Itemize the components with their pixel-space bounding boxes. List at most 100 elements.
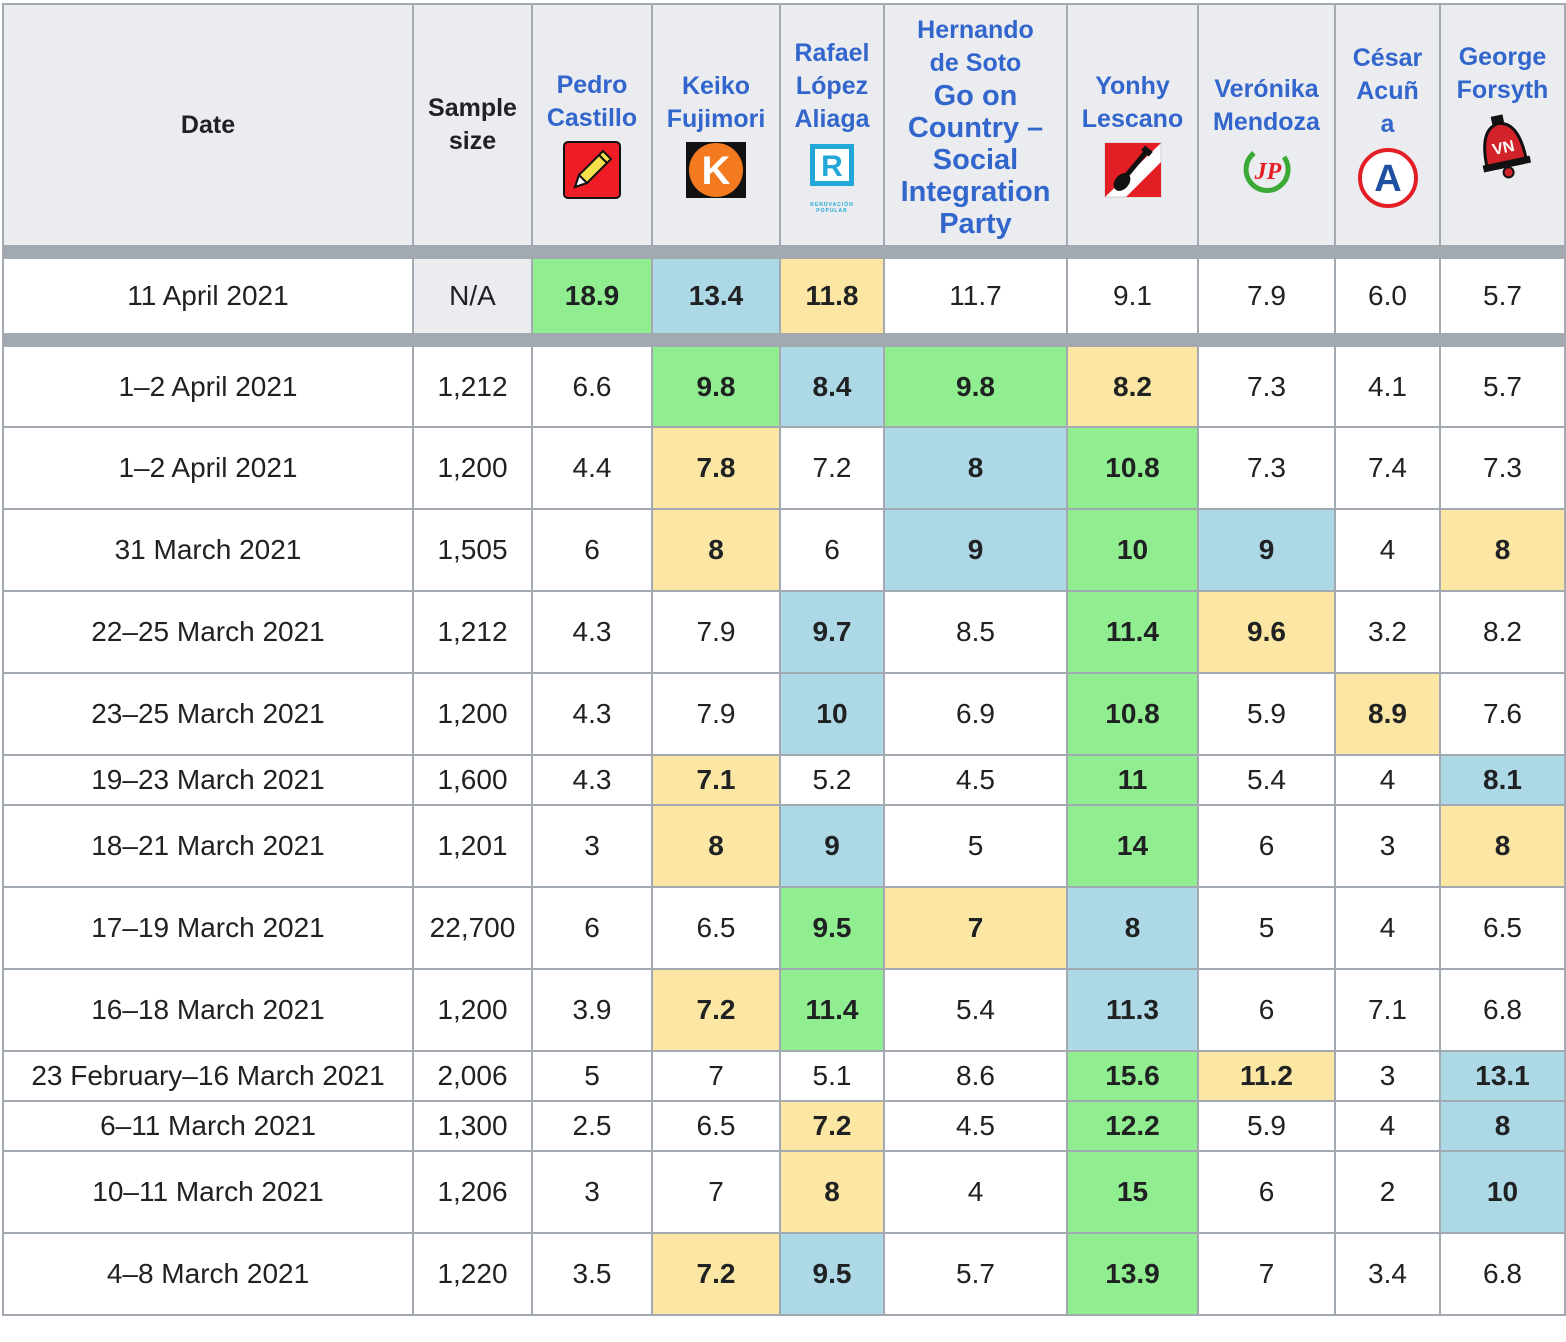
cell-value: 8.2: [1066, 345, 1199, 428]
svg-text:K: K: [702, 149, 731, 193]
a-logo-icon: A: [1357, 147, 1418, 208]
svg-text:R: R: [821, 150, 843, 183]
cell-value: 6.8: [1439, 1232, 1566, 1316]
cell-value: 5.4: [1197, 754, 1336, 806]
candidate-link-veronika-mendoza[interactable]: Verónika Mendoza: [1213, 73, 1320, 139]
cell-value: 6: [779, 508, 885, 592]
cell-value: 7.3: [1439, 426, 1566, 510]
k-logo-icon: K: [686, 142, 746, 198]
cell-value: 7.9: [651, 590, 781, 674]
cell-value: 10: [1066, 508, 1199, 592]
column-header-sample-size[interactable]: Sample size: [412, 3, 533, 247]
cell-value: 6.5: [651, 1100, 781, 1152]
column-header-keiko-fujimori: Keiko Fujimori K: [651, 3, 781, 247]
cell-value: 6.9: [883, 672, 1068, 756]
jp-logo-icon: JP: [1243, 151, 1290, 193]
cell-value: 5.9: [1197, 672, 1336, 756]
cell-value: 4: [1334, 754, 1441, 806]
cell-date: 1–2 April 2021: [2, 345, 414, 428]
header-row: Date Sample size Pedro Castillo Keiko Fuji…: [2, 3, 1566, 247]
cell-value: 15.6: [1066, 1050, 1199, 1102]
cell-value: 7: [1197, 1232, 1336, 1316]
cell-value: 5.7: [1439, 257, 1566, 335]
cell-value: 9: [883, 508, 1068, 592]
table-row: 1–2 April 2021 1,200 4.4 7.8 7.2 8 10.8 …: [2, 426, 1566, 510]
svg-text:A: A: [1374, 158, 1401, 200]
candidate-link-keiko-fujimori[interactable]: Keiko Fujimori: [667, 70, 766, 136]
cell-value: 6.8: [1439, 968, 1566, 1052]
candidate-link-yonhy-lescano[interactable]: Yonhy Lescano: [1082, 70, 1183, 136]
cell-value: 8.1: [1439, 754, 1566, 806]
party-link-go-on-country[interactable]: Go on Country – Social Integration Party: [891, 80, 1061, 240]
bell-icon: VN: [1482, 114, 1531, 179]
cell-value: 7.3: [1197, 426, 1336, 510]
cell-value: 5.9: [1197, 1100, 1336, 1152]
candidate-link-hernando-de-soto[interactable]: Hernando de Soto: [917, 14, 1034, 80]
cell-value: 18.9: [531, 257, 653, 335]
candidate-link-george-forsyth[interactable]: George Forsyth: [1457, 41, 1549, 107]
cell-value: 3: [1334, 1050, 1441, 1102]
table-row: 16–18 March 2021 1,200 3.9 7.2 11.4 5.4 …: [2, 968, 1566, 1052]
candidate-link-pedro-castillo[interactable]: Pedro Castillo: [547, 69, 637, 135]
cell-value: 11.4: [779, 968, 885, 1052]
cell-value: 8: [1439, 804, 1566, 888]
column-header-yonhy-lescano: Yonhy Lescano: [1066, 3, 1199, 247]
cell-date: 23–25 March 2021: [2, 672, 414, 756]
cell-value: 7: [883, 886, 1068, 970]
cell-value: 5: [883, 804, 1068, 888]
cell-value: 10.8: [1066, 672, 1199, 756]
cell-value: 3: [1334, 804, 1441, 888]
cell-value: 6: [1197, 804, 1336, 888]
cell-value: 7.9: [1197, 257, 1336, 335]
cell-value: 7.9: [651, 672, 781, 756]
table-row: 23 February–16 March 2021 2,006 5 7 5.1 …: [2, 1050, 1566, 1102]
cell-value: 10: [1439, 1150, 1566, 1234]
cell-date: 16–18 March 2021: [2, 968, 414, 1052]
cell-value: 8.4: [779, 345, 885, 428]
cell-value: 3: [531, 804, 653, 888]
cell-value: 15: [1066, 1150, 1199, 1234]
column-header-cesar-acuna: César Acuñ a A: [1334, 3, 1441, 247]
cell-sample-size: 22,700: [412, 886, 533, 970]
cell-value: 4.1: [1334, 345, 1441, 428]
cell-value: 4.3: [531, 590, 653, 674]
cell-value: 7.6: [1439, 672, 1566, 756]
cell-value: 11.8: [779, 257, 885, 335]
cell-value: 3: [531, 1150, 653, 1234]
opinion-poll-table: Date Sample size Pedro Castillo Keiko Fuji…: [2, 3, 1566, 1316]
cell-sample-size: 1,212: [412, 345, 533, 428]
r-logo-icon: R: [810, 143, 854, 186]
cell-value: 6: [531, 886, 653, 970]
cell-value: 7.1: [651, 754, 781, 806]
cell-date: 31 March 2021: [2, 508, 414, 592]
table-row: 18–21 March 2021 1,201 3 8 9 5 14 6 3 8: [2, 804, 1566, 888]
cell-date: 1–2 April 2021: [2, 426, 414, 510]
cell-date: 18–21 March 2021: [2, 804, 414, 888]
cell-value: 3.2: [1334, 590, 1441, 674]
column-header-rafael-lopez-aliaga: Rafael López Aliaga R RENOVACIÓN POPULAR: [779, 3, 885, 247]
cell-date: 22–25 March 2021: [2, 590, 414, 674]
cell-value: 7.4: [1334, 426, 1441, 510]
cell-value: 6.5: [651, 886, 781, 970]
column-header-date[interactable]: Date: [2, 3, 414, 247]
cell-value: 2.5: [531, 1100, 653, 1152]
cell-value: 6: [531, 508, 653, 592]
cell-value: 7.8: [651, 426, 781, 510]
cell-value: 9: [779, 804, 885, 888]
cell-sample-size: 1,200: [412, 672, 533, 756]
cell-value: 9: [1197, 508, 1336, 592]
cell-value: 7.3: [1197, 345, 1336, 428]
table-row: 17–19 March 2021 22,700 6 6.5 9.5 7 8 5 …: [2, 886, 1566, 970]
cell-value: 4: [1334, 886, 1441, 970]
cell-sample-size: 2,006: [412, 1050, 533, 1102]
table-row: 22–25 March 2021 1,212 4.3 7.9 9.7 8.5 1…: [2, 590, 1566, 674]
table-row: 4–8 March 2021 1,220 3.5 7.2 9.5 5.7 13.…: [2, 1232, 1566, 1316]
cell-sample-size: 1,300: [412, 1100, 533, 1152]
candidate-link-cesar-acuna[interactable]: César Acuñ a: [1353, 42, 1423, 141]
cell-value: 13.4: [651, 257, 781, 335]
candidate-link-rafael-lopez-aliaga[interactable]: Rafael López Aliaga: [794, 37, 869, 136]
cell-sample-size: 1,600: [412, 754, 533, 806]
cell-value: 6.5: [1439, 886, 1566, 970]
column-header-hernando-de-soto: Hernando de Soto Go on Country – Social I…: [883, 3, 1068, 247]
cell-value: 4: [1334, 1100, 1441, 1152]
